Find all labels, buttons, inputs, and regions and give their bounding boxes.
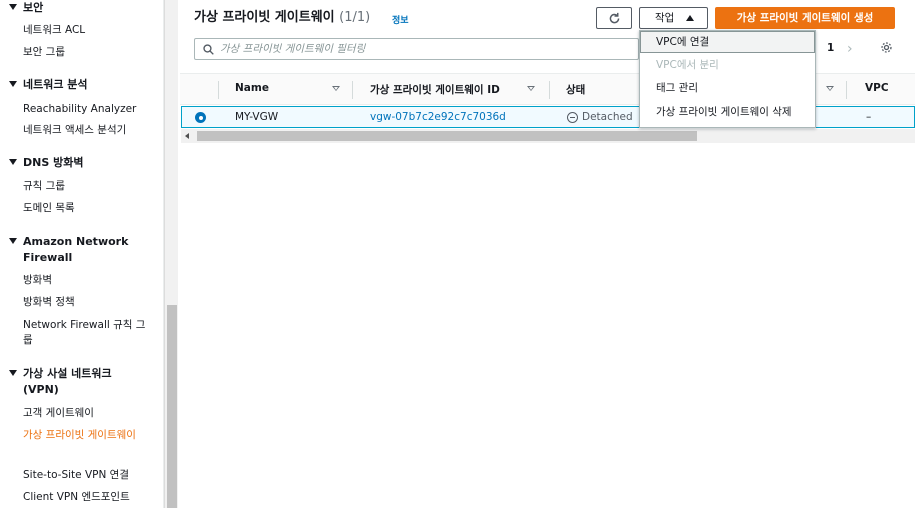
caret-down-icon (9, 4, 17, 10)
sidebar-item-site-to-site-vpn[interactable]: Site-to-Site VPN 연결 (23, 468, 148, 483)
sidebar-item-domain-lists[interactable]: 도메인 목록 (23, 201, 148, 216)
menu-item-delete-gateway[interactable]: 가상 프라이빗 게이트웨이 삭제 (640, 101, 815, 123)
sidebar-item-client-vpn-endpoints[interactable]: Client VPN 엔드포인트 (23, 490, 148, 505)
caret-up-icon (686, 15, 694, 21)
cell-name: MY-VGW (235, 111, 279, 123)
sort-icon[interactable] (826, 86, 834, 91)
cell-status: Detached (582, 111, 633, 123)
nav-section-header[interactable]: 보안 (0, 0, 160, 16)
sidebar-item-network-acl[interactable]: 네트워크 ACL (23, 23, 148, 38)
row-select-radio[interactable] (195, 112, 206, 123)
actions-dropdown-menu: VPC에 연결 VPC에서 분리 태그 관리 가상 프라이빗 게이트웨이 삭제 (639, 30, 816, 128)
nav-section-header[interactable]: DNS 방화벽 (0, 155, 160, 171)
sort-icon[interactable] (332, 86, 340, 91)
item-count: (1/1) (339, 10, 371, 25)
info-link[interactable]: 정보 (392, 13, 409, 26)
caret-down-icon (9, 238, 17, 244)
column-divider[interactable] (549, 81, 550, 99)
chevron-right-icon[interactable]: › (847, 41, 853, 57)
actions-button[interactable]: 작업 (639, 7, 708, 29)
nav-section-header[interactable]: 네트워크 분석 (0, 77, 160, 93)
create-gateway-button[interactable]: 가상 프라이빗 게이트웨이 생성 (715, 7, 895, 29)
nav-section-header[interactable]: 가상 사설 네트워크 (VPN) (0, 366, 125, 398)
column-header-name[interactable]: Name (235, 82, 269, 94)
menu-item-detach-vpc: VPC에서 분리 (656, 59, 719, 71)
scroll-left-icon[interactable] (185, 133, 189, 139)
sidebar-item-customer-gateways[interactable]: 고객 게이트웨이 (23, 406, 148, 421)
page-title: 가상 프라이빗 게이트웨이 (1/1) (194, 10, 371, 25)
sidebar-nav: 보안 네트워크 ACL 보안 그룹 네트워크 분석 Reachability A… (0, 0, 164, 508)
sidebar-scrollbar[interactable] (164, 0, 178, 508)
column-divider[interactable] (846, 81, 847, 99)
nav-section-header[interactable]: Amazon Network Firewall (0, 234, 130, 266)
sidebar-item-security-groups[interactable]: 보안 그룹 (23, 45, 148, 60)
cell-vpc: – (866, 111, 872, 123)
nav-section-security: 보안 (0, 0, 160, 16)
sidebar-item-rule-groups[interactable]: 규칙 그룹 (23, 179, 148, 194)
scrollbar-thumb[interactable] (167, 305, 177, 508)
sidebar-item-network-access-analyzer[interactable]: 네트워크 액세스 분석기 (23, 123, 148, 138)
scrollbar-thumb[interactable] (197, 131, 697, 141)
column-header-gateway-id[interactable]: 가상 프라이빗 게이트웨이 ID (370, 82, 500, 97)
sort-icon[interactable] (527, 86, 535, 91)
sidebar-item-firewalls[interactable]: 방화벽 (23, 273, 148, 288)
nav-section-dns-firewall: DNS 방화벽 (0, 155, 160, 171)
column-header-status[interactable]: 상태 (566, 82, 585, 97)
caret-down-icon (9, 81, 17, 87)
column-divider (218, 81, 219, 99)
sidebar-item-reachability-analyzer[interactable]: Reachability Analyzer (23, 102, 148, 117)
nav-section-network-firewall: Amazon Network Firewall (0, 234, 160, 266)
caret-down-icon (9, 159, 17, 165)
sidebar-item-firewall-policies[interactable]: 방화벽 정책 (23, 295, 148, 310)
page-number[interactable]: 1 (827, 42, 834, 54)
detached-status-icon (567, 112, 578, 123)
search-icon (203, 44, 214, 55)
cell-gateway-id-link[interactable]: vgw-07b7c2e92c7c7036d (370, 111, 506, 123)
column-divider[interactable] (352, 81, 353, 99)
column-header-vpc[interactable]: VPC (865, 82, 889, 94)
caret-down-icon (9, 370, 17, 376)
nav-section-vpn: 가상 사설 네트워크 (VPN) (0, 366, 160, 398)
horizontal-scrollbar[interactable] (181, 129, 915, 143)
nav-section-network-analysis: 네트워크 분석 (0, 77, 160, 93)
menu-item-attach-vpc[interactable]: VPC에 연결 (640, 31, 815, 53)
main-content: 가상 프라이빗 게이트웨이 (1/1) 정보 작업 가상 프라이빗 게이트웨이 … (180, 0, 915, 508)
search-input[interactable] (220, 41, 620, 57)
menu-item-manage-tags[interactable]: 태그 관리 (640, 77, 815, 99)
gear-icon[interactable] (880, 41, 893, 54)
sidebar-item-network-firewall-rule-groups[interactable]: Network Firewall 규칙 그룹 (23, 318, 148, 348)
refresh-button[interactable] (596, 7, 632, 29)
refresh-icon (609, 12, 620, 24)
sidebar-item-virtual-private-gateways[interactable]: 가상 프라이빗 게이트웨이 (23, 428, 141, 443)
search-box[interactable] (194, 38, 639, 60)
